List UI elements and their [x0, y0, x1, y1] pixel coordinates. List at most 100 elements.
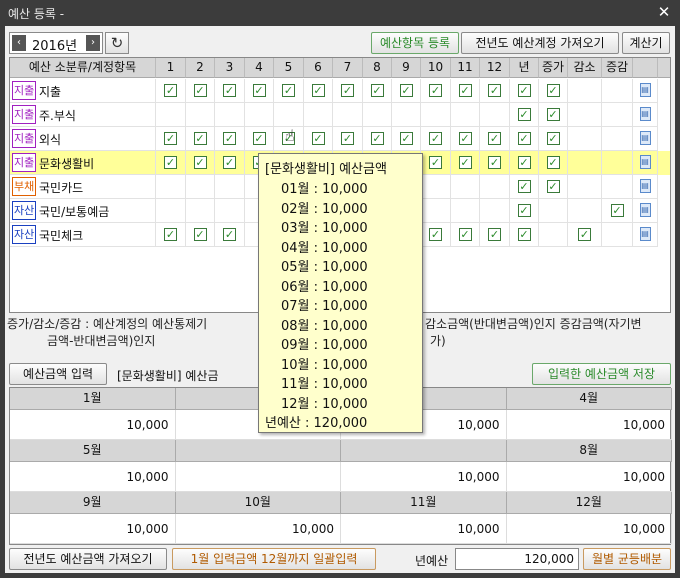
- check-cell[interactable]: [392, 103, 421, 127]
- checkbox-checked-icon[interactable]: ✓: [252, 84, 266, 97]
- checkbox-checked-icon[interactable]: ✓: [458, 132, 472, 145]
- checkbox-checked-icon[interactable]: ✓: [578, 228, 591, 241]
- check-cell[interactable]: ✓: [156, 79, 186, 103]
- checkbox-checked-icon[interactable]: ✓: [370, 84, 384, 97]
- checkbox-checked-icon[interactable]: ✓: [223, 156, 236, 169]
- check-cell[interactable]: ✓: [480, 151, 510, 175]
- check-cell[interactable]: [215, 175, 245, 199]
- check-cell[interactable]: [568, 175, 602, 199]
- check-cell[interactable]: ✓: [186, 151, 215, 175]
- checkbox-checked-icon[interactable]: ✓: [488, 132, 501, 145]
- check-cell[interactable]: [602, 127, 633, 151]
- checkbox-checked-icon[interactable]: ✓: [399, 132, 413, 145]
- checkbox-checked-icon[interactable]: ✓: [164, 156, 177, 169]
- trash-icon[interactable]: ▤: [639, 131, 651, 145]
- check-cell[interactable]: ✓: [539, 151, 568, 175]
- checkbox-checked-icon[interactable]: ✓: [546, 180, 560, 193]
- check-cell[interactable]: [421, 103, 451, 127]
- checkbox-checked-icon[interactable]: ✓: [429, 156, 442, 169]
- next-year-icon[interactable]: ›: [86, 35, 100, 51]
- check-cell[interactable]: ✓: [245, 79, 274, 103]
- save-budget-button[interactable]: 입력한 예산금액 저장: [532, 363, 671, 385]
- delete-cell[interactable]: ▤: [633, 151, 658, 175]
- check-cell[interactable]: [451, 199, 480, 223]
- check-cell[interactable]: ✓: [363, 127, 392, 151]
- check-cell[interactable]: ✓: [156, 151, 186, 175]
- account-cell[interactable]: 지출 외식: [10, 127, 156, 151]
- check-cell[interactable]: ✓: [274, 79, 304, 103]
- checkbox-checked-icon[interactable]: ✓: [164, 84, 177, 97]
- check-cell[interactable]: ✓: [245, 127, 274, 151]
- check-cell[interactable]: [363, 103, 392, 127]
- check-cell[interactable]: [602, 223, 633, 247]
- check-cell[interactable]: ✓: [539, 103, 568, 127]
- delete-cell[interactable]: ▤: [633, 223, 658, 247]
- check-cell[interactable]: ✓: [421, 127, 451, 151]
- checkbox-checked-icon[interactable]: ✓: [546, 108, 560, 121]
- load-prev-amounts-button[interactable]: 전년도 예산금액 가져오기: [9, 548, 167, 570]
- checkbox-checked-icon[interactable]: ✓: [282, 84, 295, 97]
- check-cell[interactable]: ✓: [421, 79, 451, 103]
- check-cell[interactable]: ✓: [392, 79, 421, 103]
- check-cell[interactable]: ✓: [186, 223, 215, 247]
- checkbox-checked-icon[interactable]: ✓: [458, 84, 472, 97]
- check-cell[interactable]: ✓: [510, 79, 539, 103]
- check-cell[interactable]: ✓: [392, 127, 421, 151]
- month-amount-input[interactable]: 10,000: [506, 410, 672, 440]
- check-cell[interactable]: [539, 199, 568, 223]
- check-cell[interactable]: ✓: [510, 127, 539, 151]
- check-cell[interactable]: ✓: [510, 175, 539, 199]
- check-cell[interactable]: [156, 175, 186, 199]
- check-cell[interactable]: ✓: [539, 127, 568, 151]
- check-cell[interactable]: ✓: [215, 151, 245, 175]
- checkbox-checked-icon[interactable]: ✓: [223, 84, 236, 97]
- checkbox-checked-icon[interactable]: ✓: [164, 228, 177, 241]
- delete-cell[interactable]: ▤: [633, 103, 658, 127]
- trash-icon[interactable]: ▤: [639, 155, 651, 169]
- check-cell[interactable]: ✓: [304, 127, 333, 151]
- refresh-icon[interactable]: ↻: [105, 32, 129, 54]
- check-cell[interactable]: ✓: [451, 223, 480, 247]
- checkbox-checked-icon[interactable]: ✓: [193, 132, 207, 145]
- checkbox-checked-icon[interactable]: ✓: [458, 228, 472, 241]
- account-cell[interactable]: 지출 문화생활비: [10, 151, 156, 175]
- account-cell[interactable]: 자산 국민체크: [10, 223, 156, 247]
- check-cell[interactable]: ✓: [510, 151, 539, 175]
- checkbox-checked-icon[interactable]: ✓: [193, 228, 207, 241]
- check-cell[interactable]: [451, 175, 480, 199]
- check-cell[interactable]: [186, 175, 215, 199]
- check-cell[interactable]: [156, 199, 186, 223]
- delete-cell[interactable]: ▤: [633, 199, 658, 223]
- checkbox-checked-icon[interactable]: ✓: [517, 108, 531, 121]
- trash-icon[interactable]: ▤: [639, 83, 651, 97]
- check-cell[interactable]: ✓: [451, 79, 480, 103]
- month-amount-input[interactable]: 10,000: [506, 514, 672, 544]
- check-cell[interactable]: [215, 103, 245, 127]
- budget-input-tab[interactable]: 예산금액 입력: [9, 363, 107, 385]
- check-cell[interactable]: ✓: [333, 127, 363, 151]
- check-cell[interactable]: [480, 175, 510, 199]
- check-cell[interactable]: [568, 151, 602, 175]
- month-amount-input[interactable]: [175, 462, 341, 492]
- trash-icon[interactable]: ▤: [639, 203, 651, 217]
- check-cell[interactable]: ✓: [539, 79, 568, 103]
- checkbox-checked-icon[interactable]: ✓: [252, 132, 266, 145]
- checkbox-checked-icon[interactable]: ✓: [193, 84, 207, 97]
- month-amount-input[interactable]: 10,000: [10, 462, 176, 492]
- checkbox-checked-icon[interactable]: ✓: [458, 156, 472, 169]
- annual-budget-input[interactable]: 120,000: [455, 548, 579, 570]
- check-cell[interactable]: ✓: [186, 127, 215, 151]
- check-cell[interactable]: ✓: [539, 175, 568, 199]
- checkbox-checked-icon[interactable]: ✓: [488, 84, 501, 97]
- check-cell[interactable]: ✓: [363, 79, 392, 103]
- checkbox-checked-icon[interactable]: ✓: [341, 132, 354, 145]
- add-budget-item-button[interactable]: 예산항목 등록: [371, 32, 459, 54]
- checkbox-checked-icon[interactable]: ✓: [517, 132, 531, 145]
- account-cell[interactable]: 지출 주.부식: [10, 103, 156, 127]
- check-cell[interactable]: [304, 103, 333, 127]
- check-cell[interactable]: ✓: [602, 199, 633, 223]
- prev-year-icon[interactable]: ‹: [12, 35, 26, 51]
- check-cell[interactable]: [602, 175, 633, 199]
- check-cell[interactable]: ✓: [480, 127, 510, 151]
- checkbox-checked-icon[interactable]: ✓: [399, 84, 413, 97]
